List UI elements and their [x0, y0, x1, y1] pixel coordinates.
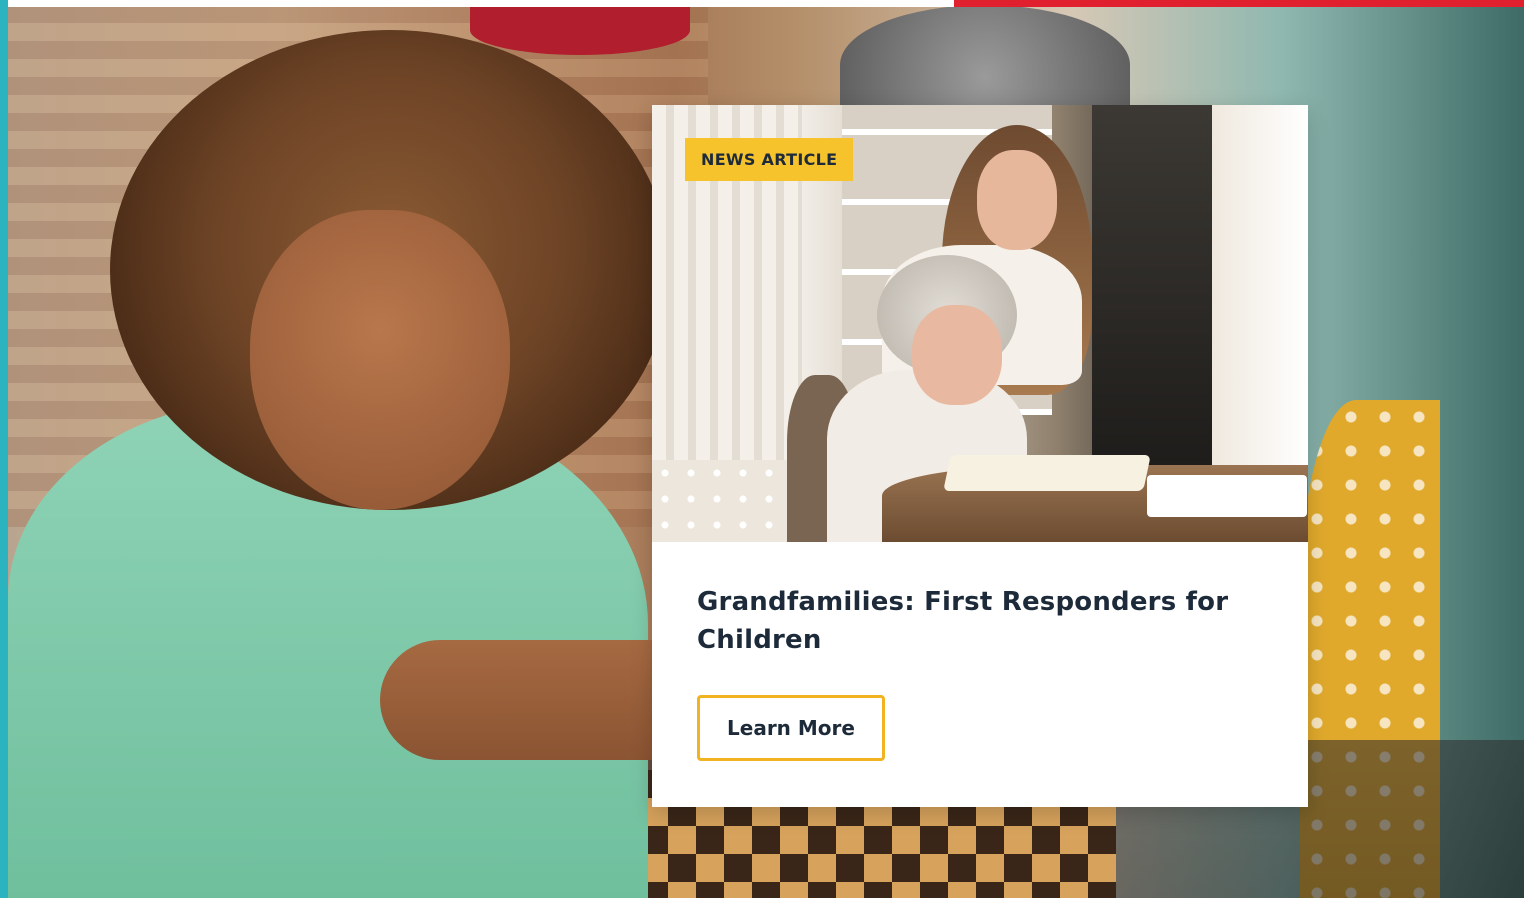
news-article-card: NEWS ARTICLE Grandfamilies: First Respon… [652, 105, 1308, 807]
article-image-girl-face [977, 150, 1057, 250]
article-image-door [1092, 105, 1212, 475]
left-accent-bar [0, 0, 8, 898]
article-title[interactable]: Grandfamilies: First Responders for Chil… [697, 583, 1267, 659]
learn-more-button[interactable]: Learn More [697, 695, 885, 761]
news-article-badge: NEWS ARTICLE [685, 138, 854, 181]
article-image-sofa [652, 460, 802, 542]
article-image-grandmother-face [912, 305, 1002, 405]
article-image-open-book [943, 455, 1151, 491]
top-accent-bar-white [8, 0, 954, 7]
article-image-window [1212, 105, 1308, 465]
article-image-books [1147, 475, 1307, 517]
hero-child-face [250, 210, 510, 510]
hero-banner: NEWS ARTICLE Grandfamilies: First Respon… [0, 0, 1524, 898]
top-accent-bar-red [954, 0, 1524, 7]
article-image: NEWS ARTICLE [652, 105, 1308, 542]
hero-red-umbrella [470, 5, 690, 55]
